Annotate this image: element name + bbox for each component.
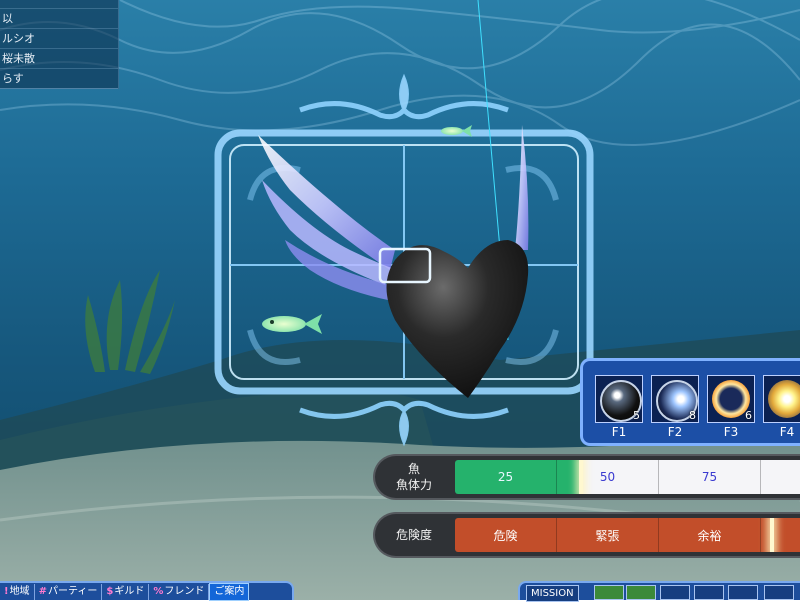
danger-marker [770,518,774,552]
danger-gauge: 危険度 危険 緊張 余裕 安 [373,512,800,558]
chat-line-cut [0,0,118,9]
tab-guide[interactable]: ご案内 [209,582,250,601]
fkey-label: F4 [779,425,795,439]
tab-guild[interactable]: $ギルド [102,583,150,600]
danger-tick: 安 [761,518,800,552]
character-icon[interactable] [626,585,656,600]
tab-friend[interactable]: %フレンド [149,583,210,600]
chat-line: ルシオ [0,29,118,49]
skill-slot-f3[interactable]: 6 [707,375,755,423]
fish-label-bottom: 魚体力 [395,478,432,492]
stamina-tick: 25 [455,460,557,494]
chat-line: 以 [0,9,118,29]
chat-line: らす [0,69,118,89]
danger-tick: 余裕 [659,518,761,552]
skill-slot-f4[interactable] [763,375,800,423]
sparkle-icon[interactable] [728,585,758,600]
fish-label-top: 魚 [407,462,420,476]
chat-line: 桜未散 [0,49,118,69]
stamina-marker [579,460,583,494]
danger-track: 危険 緊張 余裕 安 [455,518,800,552]
fish-stamina-gauge: 魚 魚体力 25 50 75 [373,454,800,500]
main-menu-bar: MISSION [518,581,800,602]
fkey-label: F3 [723,425,739,439]
stamina-tick [761,460,800,494]
skill-bar: 5 8 6 F1 F2 F3 F4 [580,358,800,446]
fkey-label: F2 [667,425,683,439]
person-icon[interactable] [660,585,690,600]
skill-slot-f1[interactable]: 5 [595,375,643,423]
danger-tick: 危険 [455,518,557,552]
fish-stamina-label: 魚 魚体力 [375,456,453,498]
mission-button[interactable]: MISSION [526,585,579,602]
underwater-scene [0,0,800,600]
tab-area[interactable]: !地域 [0,583,35,600]
chat-tab-bar: !地域 #パーティー $ギルド %フレンド ご案内 [0,581,294,601]
skill-slot-f2[interactable]: 8 [651,375,699,423]
stamina-tick: 50 [557,460,659,494]
vehicle-icon[interactable] [694,585,724,600]
stamina-tick: 75 [659,460,761,494]
group-icon[interactable] [764,585,794,600]
map-icon[interactable] [594,585,624,600]
tab-party[interactable]: #パーティー [35,583,103,600]
fish-stamina-track: 25 50 75 [455,460,800,494]
danger-label: 危険度 [395,528,432,542]
chat-log: 以 ルシオ 桜未散 らす [0,0,119,89]
star-orb-icon [768,380,800,418]
fkey-label: F1 [611,425,627,439]
danger-tick: 緊張 [557,518,659,552]
